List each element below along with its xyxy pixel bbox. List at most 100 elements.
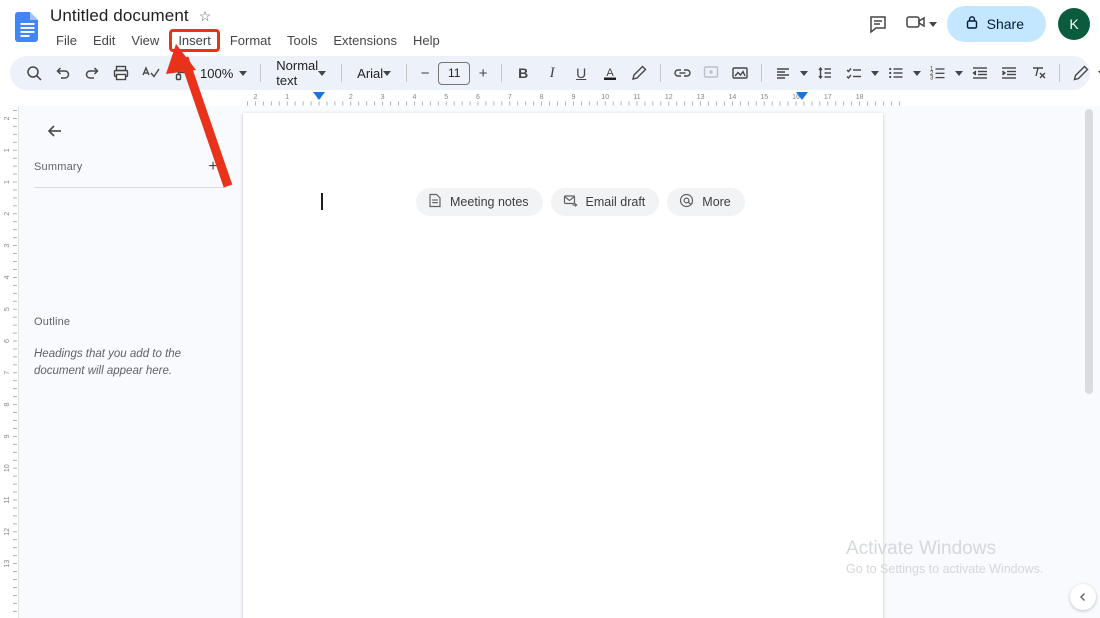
chevron-down-icon [871,70,880,76]
activate-windows-watermark: Activate Windows Go to Settings to activ… [846,537,1092,576]
chevron-down-icon [800,70,809,76]
highlight-pen-icon[interactable] [625,59,653,87]
watermark-subtitle: Go to Settings to activate Windows. [846,562,1044,576]
document-canvas: Meeting notes Email draft More Activate … [240,106,1100,618]
svg-text:9: 9 [4,434,11,438]
bold-button[interactable]: B [509,59,537,87]
checklist-dropdown-caret[interactable] [869,59,881,87]
align-left-icon[interactable] [769,59,797,87]
menu-item-extensions[interactable]: Extensions [327,31,403,50]
svg-text:17: 17 [824,94,832,101]
svg-text:15: 15 [760,94,768,101]
left-indent-marker-icon[interactable] [313,92,325,100]
back-arrow-icon[interactable] [41,117,69,145]
menu-item-edit[interactable]: Edit [87,31,121,50]
font-size-input[interactable]: 11 [438,61,471,85]
comment-history-icon[interactable] [861,7,895,41]
undo-icon[interactable] [49,59,77,87]
summary-row: Summary + [34,156,224,178]
redo-icon[interactable] [78,59,106,87]
chip-label: Email draft [585,195,646,209]
bulleted-list-dropdown-caret[interactable] [911,59,923,87]
at-sign-icon [679,193,694,211]
line-spacing-icon[interactable] [811,59,839,87]
numbered-list-icon[interactable]: 1 2 3 [924,59,952,87]
svg-text:2: 2 [4,116,11,120]
edit-mode-dropdown-caret[interactable] [1096,59,1100,87]
chevron-down-icon [383,70,392,76]
chip-meeting-notes[interactable]: Meeting notes [416,188,543,216]
svg-text:1: 1 [285,94,289,101]
svg-text:4: 4 [4,275,11,279]
print-icon[interactable] [107,59,135,87]
toolbar-divider [501,64,503,82]
summary-label: Summary [34,161,83,173]
vertical-scrollbar[interactable] [1085,109,1093,394]
chip-more[interactable]: More [667,188,745,216]
expand-panel-button[interactable] [1070,584,1096,610]
avatar[interactable]: K [1058,8,1090,40]
menu-item-view[interactable]: View [125,31,165,50]
chevron-down-icon [913,70,922,76]
zoom-select[interactable]: 100% [194,66,253,81]
align-dropdown-caret[interactable] [798,59,810,87]
svg-text:10: 10 [4,464,11,472]
document-page[interactable]: Meeting notes Email draft More [243,113,883,618]
app-header: Untitled document ☆ File Edit View Inser… [0,0,1100,52]
chevron-down-icon [318,70,327,76]
menu-item-file[interactable]: File [50,31,83,50]
document-title-row: Untitled document ☆ [50,6,211,26]
svg-text:1: 1 [4,180,11,184]
svg-text:1: 1 [4,148,11,152]
svg-text:6: 6 [476,94,480,101]
chevron-down-icon [955,70,964,76]
paint-format-icon[interactable] [165,59,193,87]
horizontal-ruler[interactable]: 2 1 1 2 3 4 5 6 7 8 9 10 11 12 13 14 15 16 17 18 [240,92,900,106]
share-button[interactable]: Share [946,6,1046,42]
increase-font-size-button[interactable]: + [472,61,494,85]
chevron-down-icon [239,70,248,76]
toolbar-divider [660,64,662,82]
docs-logo-icon[interactable] [15,12,41,42]
font-family-select[interactable]: Arial [349,60,399,86]
google-docs-window: Untitled document ☆ File Edit View Inser… [0,0,1100,618]
lock-icon [965,15,979,33]
numbered-list-dropdown-caret[interactable] [953,59,965,87]
page-title[interactable]: Untitled document [50,6,189,26]
bulleted-list-icon[interactable] [882,59,910,87]
right-indent-marker-icon[interactable] [796,92,808,100]
italic-button[interactable]: I [538,59,566,87]
header-actions: Share K [861,6,1090,42]
clear-formatting-icon[interactable] [1024,59,1052,87]
menu-item-insert[interactable]: Insert [169,29,220,52]
vertical-ruler[interactable]: 2 1 1 2 3 4 5 6 7 8 9 10 11 12 13 [2,106,18,618]
video-camera-icon [905,12,927,37]
star-outline-icon[interactable]: ☆ [199,9,212,23]
chip-email-draft[interactable]: Email draft [550,188,660,216]
search-icon[interactable] [20,59,48,87]
chip-label: Meeting notes [450,195,529,209]
paragraph-style-select[interactable]: Normal text [268,58,334,88]
add-comment-icon[interactable] [697,59,725,87]
svg-text:7: 7 [4,371,11,375]
spellcheck-icon[interactable] [136,59,164,87]
edit-pen-icon[interactable] [1067,59,1095,87]
svg-text:A: A [607,67,615,79]
underline-button[interactable]: U [567,59,595,87]
plus-icon[interactable]: + [202,156,224,178]
decrease-indent-icon[interactable] [966,59,994,87]
menu-item-tools[interactable]: Tools [281,31,323,50]
insert-link-icon[interactable] [668,59,696,87]
menu-item-help[interactable]: Help [407,31,446,50]
checklist-icon[interactable] [840,59,868,87]
sidebar-divider [34,187,226,188]
text-color-button[interactable]: A [596,59,624,87]
video-camera-button[interactable] [903,12,939,37]
font-size-stepper: − 11 + [414,61,494,85]
decrease-font-size-button[interactable]: − [414,61,436,85]
formatting-toolbar: 100% Normal text Arial − 11 + B I U A 1 … [10,56,1100,90]
svg-text:11: 11 [633,94,640,101]
insert-image-icon[interactable] [726,59,754,87]
menu-item-format[interactable]: Format [224,31,277,50]
increase-indent-icon[interactable] [995,59,1023,87]
